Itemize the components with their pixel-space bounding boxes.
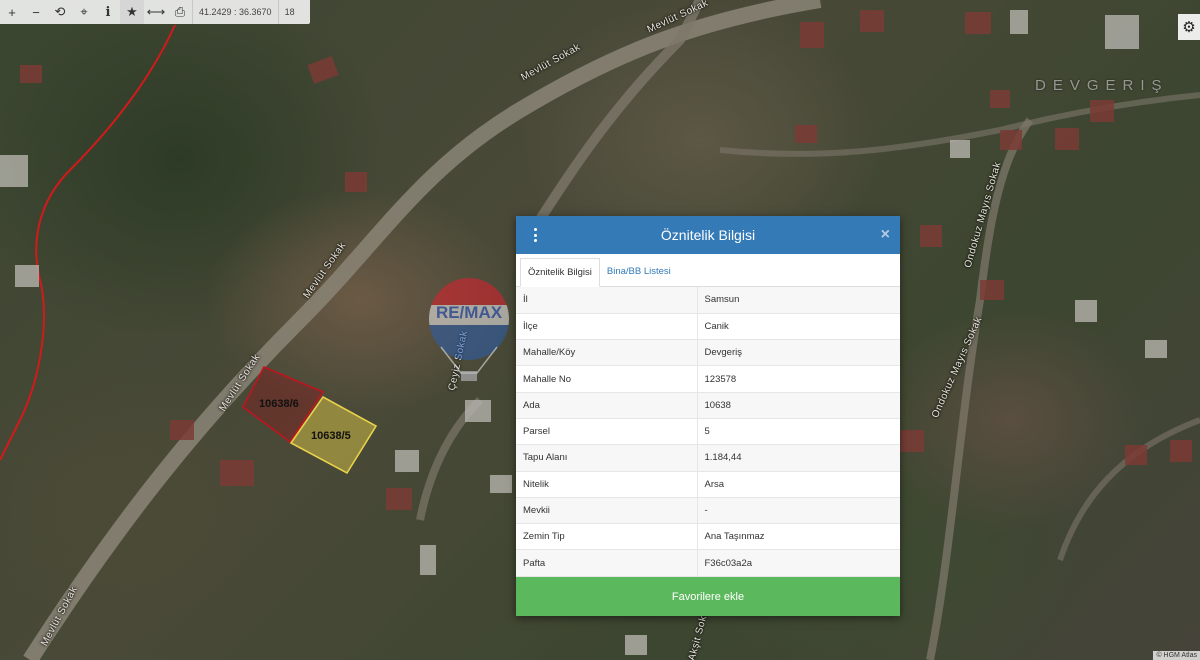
table-row: Ada 10638 <box>516 392 900 419</box>
favorite-button[interactable]: ★ <box>120 0 144 24</box>
attribute-table: İl Samsun İlçe Canik Mahalle/Köy Devgeriş M… <box>516 287 900 577</box>
row-key: Pafta <box>516 549 698 577</box>
row-key: Nitelik <box>516 471 698 498</box>
kebab-menu-icon[interactable] <box>528 226 542 244</box>
table-row: Pafta F36c03a2a <box>516 549 900 577</box>
row-key: İlçe <box>516 313 698 341</box>
row-value: - <box>697 497 900 525</box>
tab-building-list[interactable]: Bina/BB Listesi <box>600 257 678 286</box>
popup-tabs: Öznitelik Bilgisi Bina/BB Listesi <box>516 254 900 287</box>
settings-gear-icon[interactable]: ⚙ <box>1178 14 1200 40</box>
table-row: İl Samsun <box>516 287 900 314</box>
row-key: Tapu Alanı <box>516 444 698 472</box>
map-toolbar: + − ⟲ ⌖ i ★ ⟷ ⎙ 41.2429 : 36.3670 18 <box>0 0 310 24</box>
info-button[interactable]: i <box>96 0 120 24</box>
row-value: Ana Taşınmaz <box>697 523 900 551</box>
table-row: Zemin Tip Ana Taşınmaz <box>516 523 900 551</box>
row-key: İl <box>516 287 698 314</box>
row-value: Samsun <box>697 287 900 314</box>
print-button[interactable]: ⎙ <box>168 0 192 24</box>
row-key: Mahalle No <box>516 365 698 393</box>
row-key: Mahalle/Köy <box>516 339 698 367</box>
table-row: Parsel 5 <box>516 418 900 446</box>
coordinate-readout: 41.2429 : 36.3670 <box>199 7 272 17</box>
area-label: DEVGERIŞ <box>1035 77 1169 94</box>
row-value: Arsa <box>697 471 900 498</box>
zoom-out-button[interactable]: − <box>24 0 48 24</box>
boundary-line <box>0 24 176 461</box>
row-key: Parsel <box>516 418 698 446</box>
row-key: Zemin Tip <box>516 523 698 551</box>
row-key: Mevkii <box>516 497 698 525</box>
popup-header: Öznitelik Bilgisi × <box>516 216 900 254</box>
row-value: 10638 <box>697 392 900 419</box>
measure-button[interactable]: ⟷ <box>144 0 168 24</box>
attribute-info-popup: Öznitelik Bilgisi × Öznitelik Bilgisi Bi… <box>516 216 900 616</box>
table-row: Tapu Alanı 1.184,44 <box>516 444 900 472</box>
zoom-level-readout: 18 <box>284 7 295 17</box>
table-row: Mahalle/Köy Devgeriş <box>516 339 900 367</box>
row-value: Canik <box>697 313 900 341</box>
row-value: F36c03a2a <box>697 549 900 577</box>
row-value: Devgeriş <box>697 339 900 367</box>
row-key: Ada <box>516 392 698 419</box>
popup-title: Öznitelik Bilgisi <box>660 227 756 243</box>
row-value: 1.184,44 <box>697 444 900 472</box>
parcel-label: 10638/6 <box>259 398 299 410</box>
table-row: İlçe Canik <box>516 313 900 341</box>
row-value: 5 <box>697 418 900 446</box>
table-row: Nitelik Arsa <box>516 471 900 498</box>
tab-attribute-info[interactable]: Öznitelik Bilgisi <box>520 258 600 287</box>
locate-button[interactable]: ⌖ <box>72 0 96 24</box>
table-row: Mevkii - <box>516 497 900 525</box>
remax-balloon-watermark: RE/MAX <box>427 277 511 390</box>
table-row: Mahalle No 123578 <box>516 365 900 393</box>
map-attribution: © HGM Atlas <box>1153 651 1200 660</box>
refresh-button[interactable]: ⟲ <box>48 0 72 24</box>
close-icon[interactable]: × <box>881 226 890 244</box>
parcel-label: 10638/5 <box>311 430 351 442</box>
balloon-logo-text: RE/MAX <box>436 303 503 322</box>
zoom-in-button[interactable]: + <box>0 0 24 24</box>
add-to-favorites-button[interactable]: Favorilere ekle <box>516 577 900 616</box>
row-value: 123578 <box>697 365 900 393</box>
